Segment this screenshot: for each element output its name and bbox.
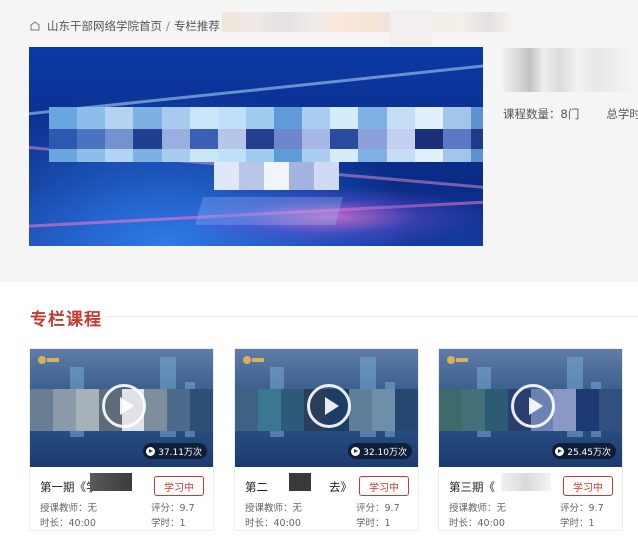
view-count-badge: 25.45万次 [552, 443, 616, 459]
course-rating: 评分：9.7 [151, 503, 195, 514]
play-icon [146, 446, 156, 456]
course-rating: 评分：9.7 [560, 503, 604, 514]
redacted-column-title [503, 48, 638, 92]
course-credits: 学时：1 [151, 518, 186, 529]
play-icon [102, 384, 146, 428]
course-card[interactable]: 25.45万次 第三期《 学习中 授课教师：无 评分：9.7 时长：40:00 … [438, 348, 623, 531]
section-divider [107, 316, 638, 317]
course-rating: 评分：9.7 [356, 503, 400, 514]
course-duration: 时长：40:00 [245, 518, 301, 529]
total-hours: 总学时： [606, 107, 638, 121]
play-icon [351, 446, 361, 456]
course-title[interactable]: 第一期《学 [40, 479, 98, 495]
home-icon [30, 21, 40, 31]
redacted-title [501, 473, 551, 491]
course-card[interactable]: 32.10万次 第二 去》 学习中 授课教师：无 评分：9.7 时长：40:00… [234, 348, 419, 531]
course-card[interactable]: 37.11万次 第一期《学 学习中 授课教师：无 评分：9.7 时长：40:00… [29, 348, 214, 531]
course-title[interactable]: 第三期《 [449, 479, 495, 495]
course-title[interactable]: 第二 [245, 479, 268, 495]
section-header: 专栏课程 [30, 305, 102, 330]
view-count: 37.11万次 [158, 447, 202, 458]
study-status-button[interactable]: 学习中 [154, 476, 204, 496]
course-teacher: 授课教师：无 [245, 503, 303, 514]
column-banner-image [29, 47, 483, 246]
logo-icon [447, 356, 468, 364]
study-status-button[interactable]: 学习中 [359, 476, 409, 496]
view-count-badge: 37.11万次 [143, 443, 207, 459]
breadcrumb-link-home[interactable]: 山东干部网络学院首页 [47, 18, 162, 34]
course-thumbnail[interactable]: 37.11万次 [30, 349, 213, 467]
play-icon [555, 446, 565, 456]
redacted-title [90, 473, 132, 491]
logo-icon [243, 356, 264, 364]
course-count: 课程数量：8门 [503, 107, 580, 121]
column-stats: 课程数量：8门 总学时： [503, 106, 638, 122]
redacted-breadcrumb [222, 12, 512, 32]
play-icon [511, 384, 555, 428]
breadcrumb-link-recommend[interactable]: 专栏推荐 [174, 18, 220, 34]
section-title: 专栏课程 [30, 310, 102, 330]
course-credits: 学时：1 [560, 518, 595, 529]
view-count: 32.10万次 [363, 447, 407, 458]
course-teacher: 授课教师：无 [40, 503, 98, 514]
course-duration: 时长：40:00 [40, 518, 96, 529]
redacted-title [289, 473, 311, 491]
course-duration: 时长：40:00 [449, 518, 505, 529]
course-thumbnail[interactable]: 25.45万次 [439, 349, 622, 467]
redacted-breadcrumb [390, 10, 432, 46]
course-thumbnail[interactable]: 32.10万次 [235, 349, 418, 467]
breadcrumb-separator: / [166, 19, 170, 33]
course-title-tail: 去》 [329, 480, 352, 494]
study-status-button[interactable]: 学习中 [563, 476, 613, 496]
logo-icon [38, 356, 59, 364]
view-count-badge: 32.10万次 [348, 443, 412, 459]
course-teacher: 授课教师：无 [449, 503, 507, 514]
view-count: 25.45万次 [567, 447, 611, 458]
course-credits: 学时：1 [356, 518, 391, 529]
play-icon [307, 384, 351, 428]
breadcrumb: 山东干部网络学院首页 / 专栏推荐 / 学 [30, 18, 243, 34]
